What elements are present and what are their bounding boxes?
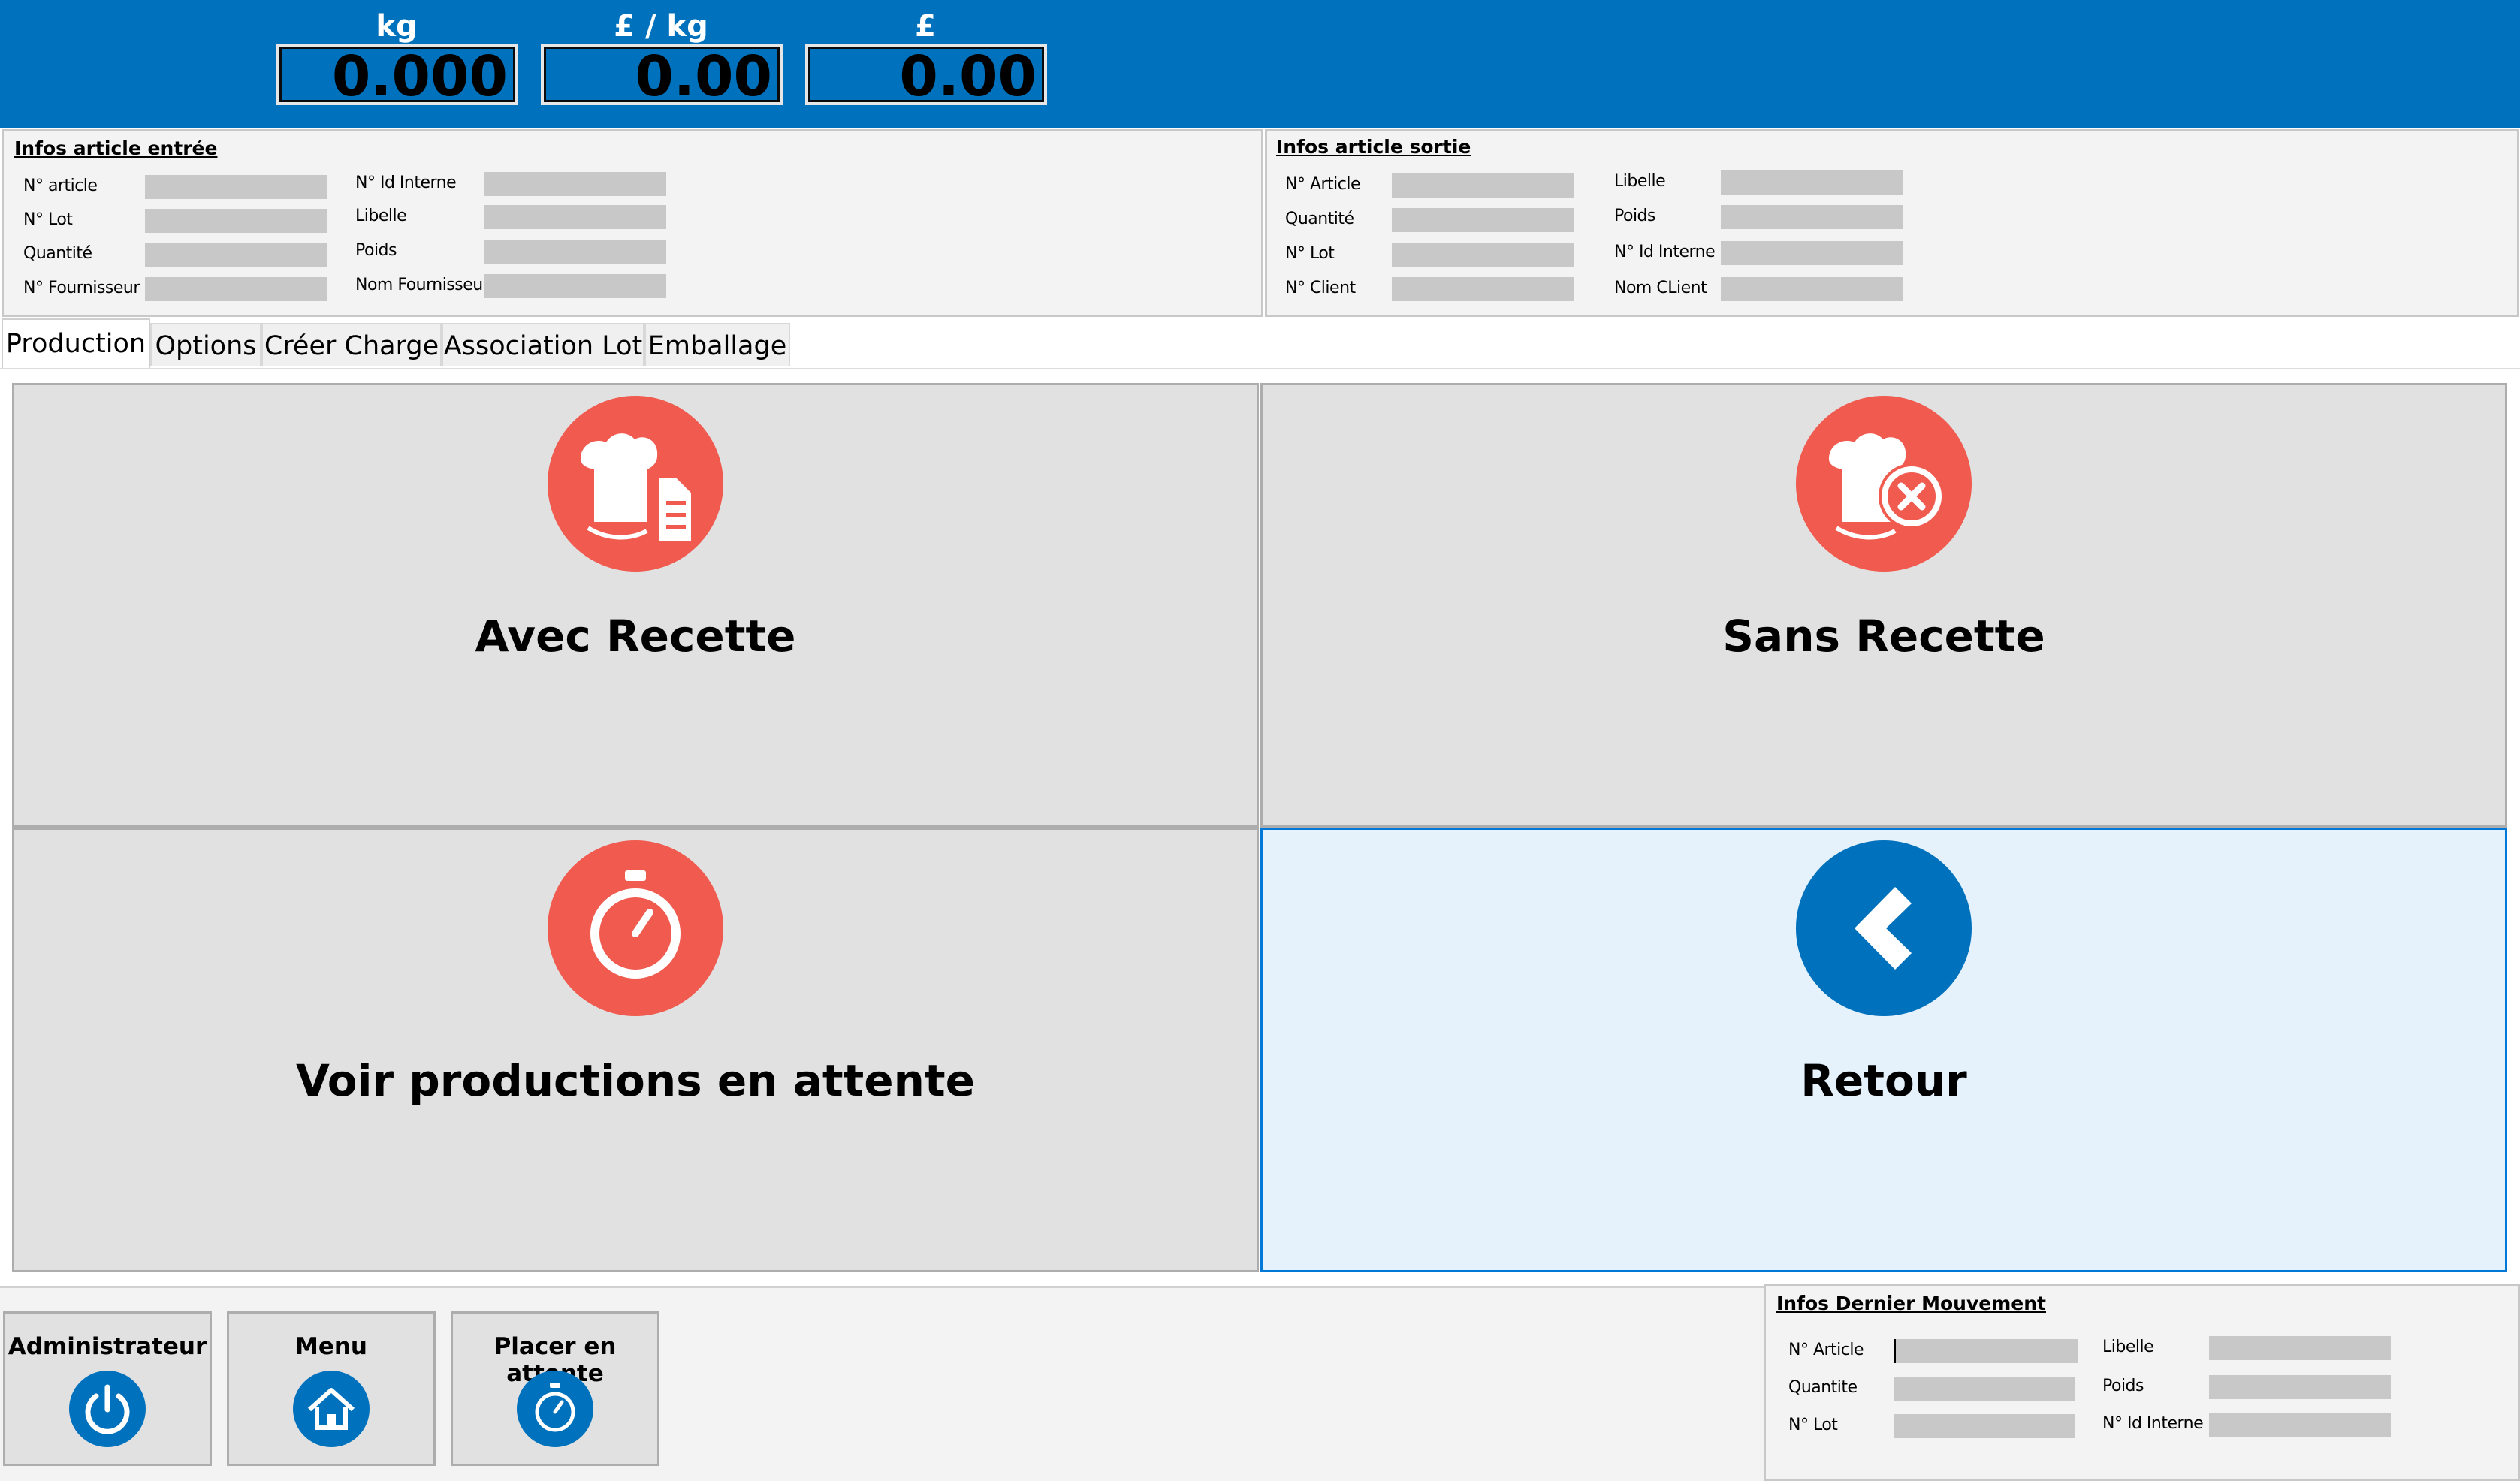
last-move-field-label: N° Id Interne (2102, 1414, 2204, 1433)
last-move-field-label: N° Lot (1788, 1416, 1838, 1434)
last-move-label-field (2209, 1336, 2391, 1360)
last-move-internal-id-field (2209, 1413, 2391, 1437)
input-label-field (484, 205, 666, 229)
input-field-label: N° Fournisseur (23, 279, 140, 297)
tab-divider (0, 368, 2520, 369)
tab-creer-charge[interactable]: Créer Charge (261, 323, 442, 366)
retour-button[interactable]: Retour (1260, 828, 2507, 1272)
avec-recette-button[interactable]: Avec Recette (12, 383, 1259, 828)
home-icon (293, 1371, 370, 1447)
input-panel-title: Infos article entrée (14, 137, 218, 159)
placer-en-attente-button[interactable]: Placer en attente (451, 1311, 659, 1466)
output-article-number-field (1392, 173, 1574, 198)
tab-options[interactable]: Options (150, 323, 261, 366)
last-move-quantity-field (1894, 1377, 2075, 1401)
output-field-label: Poids (1614, 207, 1655, 225)
input-field-label: Quantité (23, 244, 92, 263)
input-field-label: Libelle (355, 207, 407, 225)
menu-label: Menu (294, 1333, 367, 1360)
input-field-label: N° article (23, 176, 98, 195)
input-supplier-number-field (145, 277, 327, 301)
stopwatch-icon (517, 1371, 593, 1447)
weight-price-bar: kg 0.000 £ / kg 0.00 £ 0.00 (0, 0, 2520, 128)
input-supplier-name-field (484, 274, 666, 298)
input-article-number-field (145, 175, 327, 199)
tab-production[interactable]: Production (2, 318, 150, 369)
last-move-field-label: Quantite (1788, 1378, 1858, 1397)
menu-button[interactable]: Menu (227, 1311, 436, 1466)
meter-total-price-unit: £ (915, 9, 936, 44)
chef-hat-cancel-icon (1796, 396, 1972, 572)
output-field-label: N° Article (1285, 175, 1361, 194)
last-move-article-number-field (1894, 1339, 2078, 1363)
last-move-panel: Infos Dernier Mouvement N° Article Quant… (1764, 1284, 2520, 1481)
output-field-label: N° Lot (1285, 244, 1335, 263)
output-internal-id-field (1721, 241, 1903, 265)
output-weight-field (1721, 205, 1903, 229)
chevron-left-icon (1796, 840, 1972, 1016)
output-field-label: N° Client (1285, 279, 1356, 297)
meter-total-price-value: 0.00 (805, 44, 1047, 107)
output-quantity-field (1392, 208, 1574, 232)
sans-recette-label: Sans Recette (1722, 611, 2045, 662)
last-move-field-label: Poids (2102, 1377, 2144, 1395)
administrateur-button[interactable]: Administrateur (3, 1311, 212, 1466)
input-field-label: N° Id Interne (355, 173, 457, 192)
output-field-label: Quantité (1285, 210, 1354, 228)
output-lot-number-field (1392, 243, 1574, 267)
last-move-weight-field (2209, 1375, 2391, 1399)
chef-hat-recipe-icon (548, 396, 723, 572)
meter-weight-value: 0.000 (276, 44, 518, 107)
avec-recette-label: Avec Recette (475, 611, 796, 662)
tab-association-lot[interactable]: Association Lot (442, 323, 644, 366)
output-field-label: N° Id Interne (1614, 243, 1716, 261)
input-field-label: Poids (355, 241, 397, 260)
output-panel-title: Infos article sortie (1276, 136, 1471, 158)
meter-unit-price-unit: £ / kg (614, 9, 708, 44)
tab-emballage[interactable]: Emballage (644, 323, 790, 366)
voir-productions-en-attente-button[interactable]: Voir productions en attente (12, 828, 1259, 1272)
input-internal-id-field (484, 172, 666, 196)
retour-label: Retour (1800, 1055, 1967, 1106)
output-field-label: Libelle (1614, 172, 1666, 191)
last-move-field-label: Libelle (2102, 1338, 2154, 1356)
power-icon (69, 1371, 146, 1447)
stopwatch-icon (548, 840, 723, 1016)
input-field-label: N° Lot (23, 210, 73, 229)
last-move-lot-number-field (1894, 1414, 2075, 1438)
input-article-panel: Infos article entrée N° article N° Lot Q… (2, 129, 1263, 317)
sans-recette-button[interactable]: Sans Recette (1260, 383, 2507, 828)
output-client-name-field (1721, 277, 1903, 301)
output-label-field (1721, 170, 1903, 195)
output-client-number-field (1392, 277, 1574, 301)
input-quantity-field (145, 243, 327, 267)
input-field-label: Nom Fournisseur (355, 276, 490, 294)
output-article-panel: Infos article sortie N° Article Quantité… (1265, 129, 2519, 317)
input-lot-number-field (145, 209, 327, 233)
last-move-panel-title: Infos Dernier Mouvement (1776, 1292, 2046, 1314)
last-move-field-label: N° Article (1788, 1341, 1864, 1359)
input-weight-field (484, 240, 666, 264)
meter-unit-price-value: 0.00 (541, 44, 783, 107)
meter-weight-unit: kg (376, 9, 418, 44)
administrateur-label: Administrateur (8, 1333, 207, 1360)
voir-productions-en-attente-label: Voir productions en attente (296, 1055, 975, 1106)
output-field-label: Nom CLient (1614, 279, 1707, 297)
